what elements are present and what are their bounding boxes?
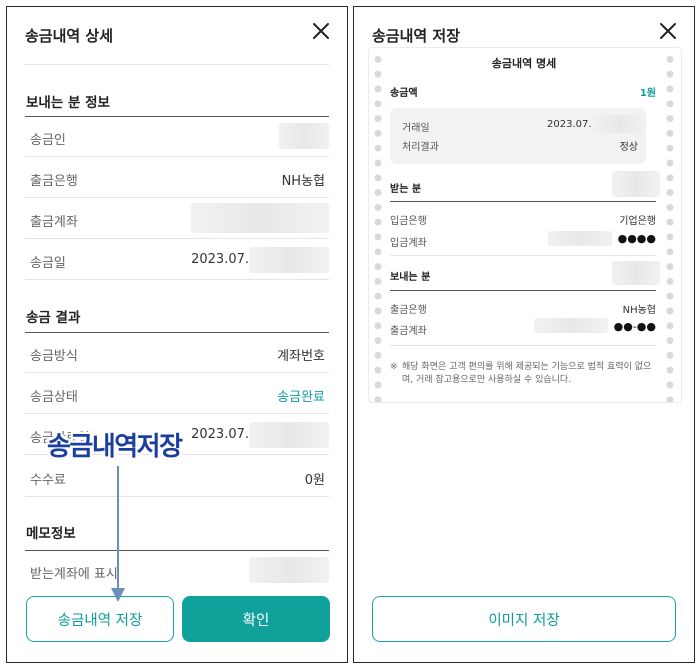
transaction-date-label: 거래일 <box>402 123 430 134</box>
redacted-value <box>612 171 660 197</box>
receipt-title: 송금내역 명세 <box>491 57 557 70</box>
status-value: 송금완료 <box>277 390 325 405</box>
row-sender-name: 송금인 <box>25 117 329 157</box>
section-divider <box>390 290 656 291</box>
redacted-value <box>249 557 329 583</box>
row-memo-display: 받는계좌에 표시 <box>25 551 329 591</box>
row-label: 송금방식 <box>30 349 78 364</box>
transfer-detail-panel: 송금내역 상세 보내는 분 정보 송금인 출금은행 NH농협 출금계좌 송금일 … <box>6 6 348 663</box>
row-label: 송금일 <box>30 256 66 271</box>
note-text: 해당 화면은 고객 편의를 위해 제공되는 기능으로 법적 효력이 없으며, 거… <box>402 362 652 385</box>
redacted-value <box>592 115 646 133</box>
withdraw-account-value: ●●-●● <box>613 320 656 333</box>
row-fee: 수수료 0원 <box>25 457 329 497</box>
annotation-label: 송금내역저장 <box>47 432 183 462</box>
amount-label: 송금액 <box>390 88 418 99</box>
divider <box>25 64 329 65</box>
sender-title: 보내는 분 <box>390 272 431 283</box>
note-mark: ※ <box>390 362 398 372</box>
row-value: NH농협 <box>281 174 325 189</box>
row-label: 송금상태 <box>30 390 78 405</box>
redacted-value <box>612 261 660 285</box>
row-withdraw-account: 출금계좌 <box>25 199 329 239</box>
redacted-value <box>279 123 329 149</box>
row-transfer-status: 송금상태 송금완료 <box>25 374 329 414</box>
row-value: 계좌번호 <box>277 349 325 364</box>
divider <box>390 345 656 346</box>
deposit-account-label: 입금계좌 <box>390 238 427 249</box>
divider <box>390 255 656 256</box>
process-result-value: 정상 <box>619 142 638 153</box>
row-value: 2023.07. <box>191 252 249 267</box>
row-label: 출금계좌 <box>30 215 78 230</box>
redacted-value <box>249 247 329 273</box>
withdraw-bank-label: 출금은행 <box>390 305 427 316</box>
save-history-button[interactable]: 송금내역 저장 <box>26 596 174 642</box>
row-label: 송금인 <box>30 133 66 148</box>
redacted-value <box>534 318 608 333</box>
row-withdraw-bank: 출금은행 NH농협 <box>25 158 329 198</box>
sender-section-title: 보내는 분 정보 <box>26 95 110 111</box>
close-icon[interactable] <box>309 19 333 43</box>
confirm-button[interactable]: 확인 <box>182 596 330 642</box>
disclaimer-note: ※ 해당 화면은 고객 편의를 위해 제공되는 기능으로 법적 효력이 없으며,… <box>390 361 656 387</box>
save-image-button[interactable]: 이미지 저장 <box>372 596 676 642</box>
withdraw-account-label: 출금계좌 <box>390 326 427 337</box>
row-value: 2023.07. <box>191 427 249 442</box>
close-icon[interactable] <box>656 19 680 43</box>
redacted-value <box>191 203 329 233</box>
arrow-down-icon <box>111 466 125 602</box>
save-history-panel: 송금내역 저장 송금내역 명세 송금액 1원 거래일 2023.07. 처리결과… <box>353 6 695 663</box>
section-divider <box>390 201 656 202</box>
row-value: 0원 <box>304 473 325 488</box>
deposit-bank-label: 입금은행 <box>390 216 427 227</box>
deposit-bank-value: 기업은행 <box>619 216 656 227</box>
recipient-title: 받는 분 <box>390 184 422 195</box>
page-title: 송금내역 상세 <box>25 27 114 45</box>
row-label: 받는계좌에 표시 <box>30 567 118 582</box>
deposit-account-value: ●●●● <box>617 232 656 245</box>
memo-section-title: 메모정보 <box>26 526 76 542</box>
row-transfer-date: 송금일 2023.07. <box>25 240 329 280</box>
perforation-left <box>373 52 383 402</box>
redacted-value <box>548 231 612 246</box>
page-title: 송금내역 저장 <box>372 27 461 45</box>
result-section-title: 송금 결과 <box>26 310 81 326</box>
process-result-label: 처리결과 <box>402 142 439 153</box>
row-label: 수수료 <box>30 473 66 488</box>
redacted-value <box>249 422 329 448</box>
transaction-date-value: 2023.07. <box>547 119 592 130</box>
withdraw-bank-value: NH농협 <box>622 305 656 316</box>
row-transfer-method: 송금방식 계좌번호 <box>25 333 329 373</box>
perforation-right <box>665 52 675 402</box>
amount-value: 1원 <box>639 88 656 99</box>
row-label: 출금은행 <box>30 174 78 189</box>
